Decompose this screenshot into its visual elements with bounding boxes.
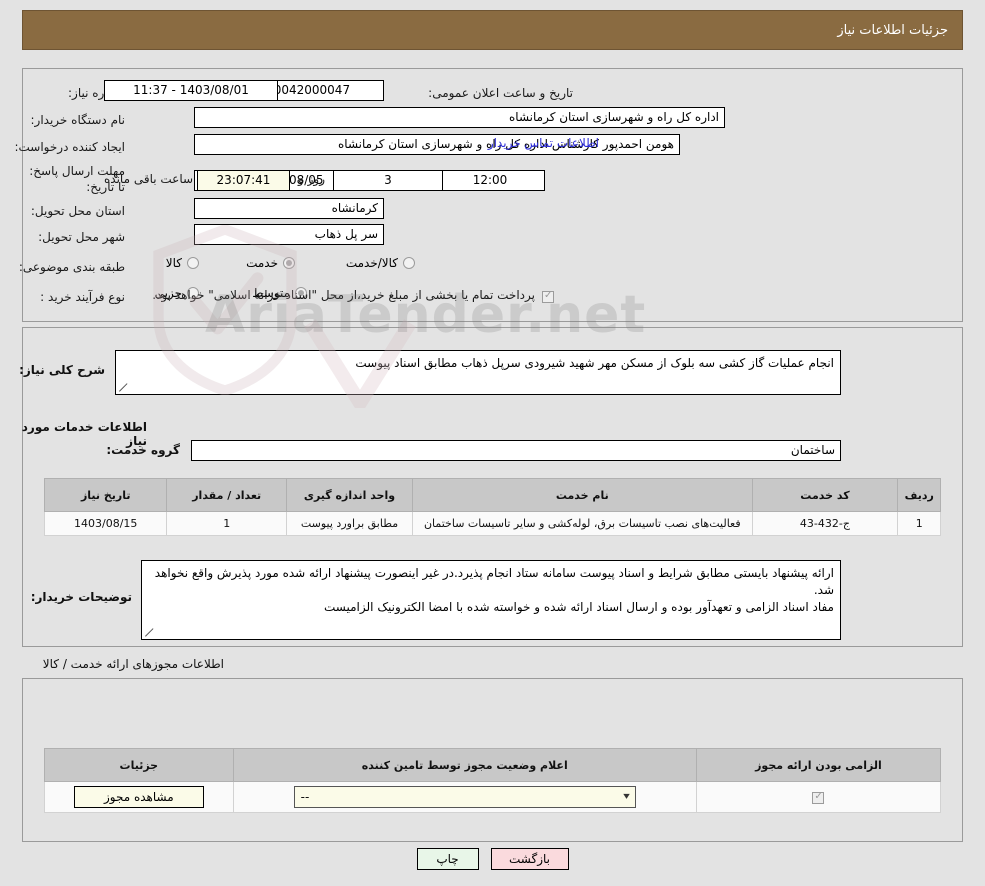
services-table: ردیف کد خدمت نام خدمت واحد اندازه گیری ت… (43, 478, 941, 536)
buyer-notes-label: توضیحات خریدار: (30, 590, 132, 604)
province-label: استان محل تحویل: (30, 204, 125, 218)
buyer-org-label: نام دستگاه خریدار: (30, 113, 126, 127)
creator-field[interactable]: هومن احمدپور کارشناس اداره کل راه و شهرس… (194, 134, 680, 155)
chevron-down-icon: ▾ (623, 791, 630, 802)
category-radio-khedmat[interactable]: خدمت (246, 256, 295, 270)
process-label: نوع فرآیند خرید : (40, 290, 125, 304)
permit-status-select[interactable]: ▾ -- (293, 786, 636, 808)
service-group-label: گروه خدمت: (106, 443, 180, 457)
need-desc-label: شرح کلی نیاز: (19, 363, 105, 377)
print-button[interactable]: چاپ (416, 848, 479, 870)
buyer-notes-line-1: مفاد اسناد الزامی و تعهدآور بوده و ارسال… (324, 600, 834, 614)
buyer-contact-link[interactable]: اطلاعات تماس خریدار (488, 136, 599, 150)
resize-grip-icon[interactable] (144, 628, 154, 638)
creator-label: ایجاد کننده درخواست: (14, 140, 125, 154)
deadline-time-field[interactable]: 12:00 (435, 170, 545, 191)
city-label: شهر محل تحویل: (38, 230, 125, 244)
need-description-textarea[interactable]: انجام عملیات گاز کشی سه بلوک از مسکن مهر… (115, 350, 841, 395)
need-description-text: انجام عملیات گاز کشی سه بلوک از مسکن مهر… (355, 356, 834, 370)
countdown-field: 23:07:41 (197, 170, 290, 191)
category-option-label-1: خدمت (246, 256, 278, 270)
services-table-header-row: ردیف کد خدمت نام خدمت واحد اندازه گیری ت… (43, 478, 941, 512)
radio-icon[interactable] (403, 257, 415, 269)
cell-qty: 1 (166, 511, 287, 536)
announce-datetime-label: تاریخ و ساعت اعلان عمومی: (428, 86, 573, 100)
cell-supplier-status: ▾ -- (232, 781, 697, 813)
col-qty: تعداد / مقدار (166, 478, 287, 512)
col-unit: واحد اندازه گیری (285, 478, 414, 512)
back-button[interactable]: بازگشت (490, 848, 569, 870)
category-radio-kala[interactable]: کالا (166, 256, 199, 270)
announce-datetime-field[interactable]: 1403/08/01 - 11:37 (104, 80, 278, 101)
cell-index: 1 (897, 511, 941, 536)
remaining-days-label: روز و (298, 172, 325, 186)
table-row[interactable]: ▾ -- مشاهده مجوز (44, 781, 942, 813)
required-checkbox (812, 791, 825, 804)
permits-table: الزامی بودن ارائه مجوز اعلام وضعیت مجوز … (44, 748, 942, 813)
remaining-days-field[interactable]: 3 (333, 170, 443, 191)
countdown-label: ساعت باقی مانده (104, 172, 194, 186)
page-title: جزئیات اطلاعات نیاز (22, 10, 963, 50)
col-code: کد خدمت (751, 478, 899, 512)
resize-grip-icon[interactable] (118, 383, 128, 393)
category-option-label-0: کالا (165, 256, 182, 270)
view-permit-button[interactable]: مشاهده مجوز (73, 786, 204, 808)
col-details: جزئیات (44, 748, 234, 782)
category-option-label-2: کالا/خدمت (345, 256, 398, 270)
cell-unit: مطابق براورد پیوست (285, 511, 414, 536)
cell-required (695, 781, 942, 813)
buyer-org-field[interactable]: اداره کل راه و شهرسازی استان کرمانشاه (194, 107, 725, 128)
province-field[interactable]: کرمانشاه (194, 198, 384, 219)
col-index: ردیف (897, 478, 941, 512)
service-group-field[interactable]: ساختمان (191, 440, 841, 461)
col-supplier-status: اعلام وضعیت مجوز توسط تامین کننده (232, 748, 697, 782)
category-label: طبقه بندی موضوعی: (18, 260, 125, 274)
footer-button-bar: بازگشت چاپ (0, 848, 985, 870)
treasury-checkbox[interactable] (542, 291, 554, 303)
col-required: الزامی بودن ارائه مجوز (695, 748, 942, 782)
radio-icon[interactable] (187, 257, 199, 269)
buyer-notes-textarea[interactable]: ارائه پیشنهاد بایستی مطابق شرایط و اسناد… (141, 560, 841, 640)
buyer-notes-line-0: ارائه پیشنهاد بایستی مطابق شرایط و اسناد… (154, 566, 834, 597)
radio-icon[interactable] (283, 257, 295, 269)
col-date: تاریخ نیاز (43, 478, 168, 512)
col-name: نام خدمت (412, 478, 753, 512)
permits-section-title: اطلاعات مجوزهای ارائه خدمت / کالا (42, 657, 224, 671)
cell-details: مشاهده مجوز (44, 781, 234, 813)
permit-status-value: -- (300, 790, 310, 804)
table-row[interactable]: 1 ج-432-43 فعالیت‌های نصب تاسیسات برق، ل… (43, 511, 941, 536)
treasury-text: پرداخت تمام یا بخشی از مبلغ خرید،از محل … (152, 288, 535, 302)
cell-code: ج-432-43 (751, 511, 899, 536)
page-title-text: جزئیات اطلاعات نیاز (837, 22, 948, 38)
city-field[interactable]: سر پل ذهاب (194, 224, 384, 245)
permits-table-header-row: الزامی بودن ارائه مجوز اعلام وضعیت مجوز … (44, 748, 942, 782)
category-radio-kala-khedmat[interactable]: کالا/خدمت (346, 256, 415, 270)
cell-date: 1403/08/15 (43, 511, 168, 536)
cell-name: فعالیت‌های نصب تاسیسات برق، لوله‌کشی و س… (412, 511, 753, 536)
